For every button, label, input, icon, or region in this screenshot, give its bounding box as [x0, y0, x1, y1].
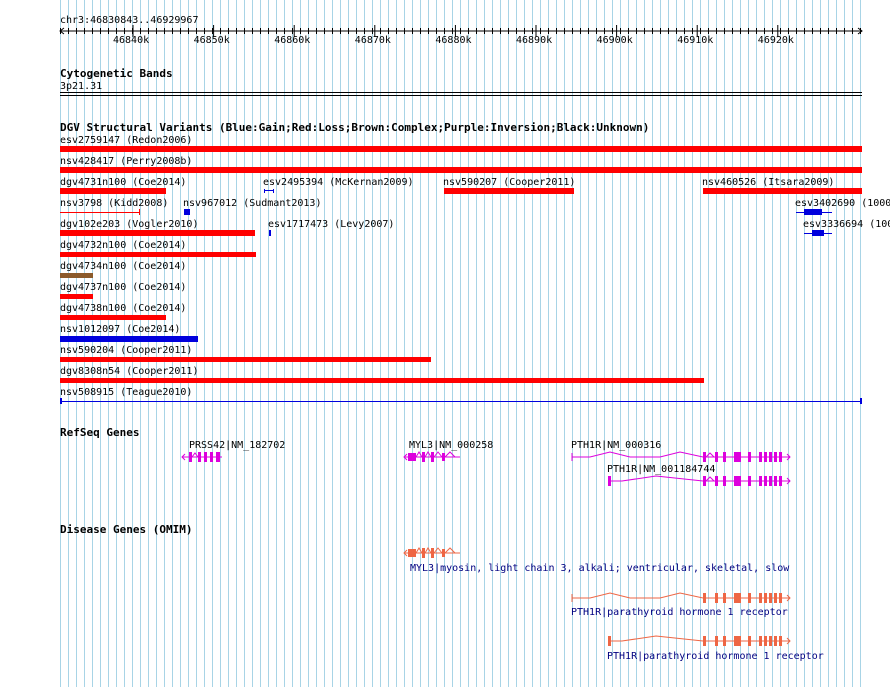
- ruler-tick-label: 46870k: [354, 35, 391, 46]
- variant-label[interactable]: esv3336694 (100: [803, 219, 890, 230]
- refseq-track-title[interactable]: RefSeq Genes: [60, 427, 139, 438]
- ruler-tick-label: 46880k: [435, 35, 472, 46]
- variant-bar[interactable]: [60, 336, 198, 342]
- variant-bar-end: [60, 398, 62, 404]
- variant-label[interactable]: dgv4734n100 (Coe2014): [60, 261, 186, 272]
- variant-label[interactable]: dgv102e203 (Vogler2010): [60, 219, 198, 230]
- omim-gene-model-pth1r-2[interactable]: [606, 634, 796, 648]
- variant-bar-block: [804, 209, 822, 215]
- variant-label[interactable]: nsv508915 (Teague2010): [60, 387, 192, 398]
- variant-label[interactable]: nsv1012097 (Coe2014): [60, 324, 180, 335]
- variant-bar[interactable]: [60, 315, 166, 320]
- omim-track-title[interactable]: Disease Genes (OMIM): [60, 524, 192, 535]
- variant-bar[interactable]: [60, 252, 256, 257]
- variant-label[interactable]: nsv3798 (Kidd2008): [60, 198, 168, 209]
- variant-bar[interactable]: [60, 146, 862, 152]
- variant-label[interactable]: esv2495394 (McKernan2009): [263, 177, 414, 188]
- variant-bar[interactable]: [269, 230, 271, 236]
- ruler-tick-label: 46920k: [757, 35, 794, 46]
- variant-label[interactable]: dgv4738n100 (Coe2014): [60, 303, 186, 314]
- variant-bar[interactable]: [60, 230, 255, 236]
- variant-bar[interactable]: [60, 188, 166, 194]
- omim-gene-model-pth1r-1[interactable]: [570, 591, 795, 605]
- variant-bar-end: [139, 209, 140, 215]
- omim-gene-label[interactable]: PTH1R|parathyroid hormone 1 receptor: [571, 607, 788, 618]
- variant-bar-end: [860, 398, 862, 404]
- variant-label[interactable]: dgv4731n100 (Coe2014): [60, 177, 186, 188]
- cyto-band-label[interactable]: 3p21.31: [60, 81, 102, 92]
- ruler-tick-label: 46850k: [193, 35, 230, 46]
- variant-label[interactable]: esv2759147 (Redon2006): [60, 135, 192, 146]
- variant-label[interactable]: esv1717473 (Levy2007): [268, 219, 394, 230]
- variant-label[interactable]: nsv428417 (Perry2008b): [60, 156, 192, 167]
- ruler-tick-label: 46840k: [113, 35, 150, 46]
- dgv-track-title[interactable]: DGV Structural Variants (Blue:Gain;Red:L…: [60, 122, 649, 133]
- ruler-tick-label: 46900k: [596, 35, 633, 46]
- variant-bar[interactable]: [60, 378, 704, 383]
- variant-bar[interactable]: [60, 357, 431, 362]
- variant-bar[interactable]: [60, 273, 93, 278]
- cyto-track-title[interactable]: Cytogenetic Bands: [60, 68, 173, 79]
- ruler-tick-label: 46890k: [516, 35, 553, 46]
- omim-gene-model-myl3[interactable]: [402, 546, 462, 560]
- variant-bar[interactable]: [60, 212, 140, 213]
- ruler-tick-label: 46910k: [677, 35, 714, 46]
- variant-bar[interactable]: [444, 188, 574, 194]
- variant-label[interactable]: dgv4737n100 (Coe2014): [60, 282, 186, 293]
- variant-bar[interactable]: [60, 167, 862, 173]
- cyto-band-bar[interactable]: [60, 92, 862, 96]
- variant-bar[interactable]: [264, 189, 274, 193]
- grid-lines: [60, 0, 861, 687]
- gene-model-pth1r-2[interactable]: [606, 474, 796, 488]
- variant-bar[interactable]: [703, 188, 862, 194]
- variant-label[interactable]: dgv4732n100 (Coe2014): [60, 240, 186, 251]
- variant-label[interactable]: dgv8308n54 (Cooper2011): [60, 366, 198, 377]
- variant-bar[interactable]: [60, 401, 862, 402]
- variant-label[interactable]: esv3402690 (1000: [795, 198, 890, 209]
- omim-gene-label[interactable]: MYL3|myosin, light chain 3, alkali; vent…: [410, 563, 789, 574]
- gene-model-pth1r-1[interactable]: [570, 450, 795, 464]
- gene-model-myl3[interactable]: [402, 450, 462, 464]
- gene-model-prss42[interactable]: [180, 450, 225, 464]
- variant-label[interactable]: nsv967012 (Sudmant2013): [183, 198, 321, 209]
- variant-label[interactable]: nsv460526 (Itsara2009): [702, 177, 834, 188]
- variant-bar-block: [812, 230, 824, 236]
- ruler-tick-label: 46860k: [274, 35, 311, 46]
- variant-label[interactable]: nsv590204 (Cooper2011): [60, 345, 192, 356]
- variant-label[interactable]: nsv590207 (Cooper2011): [443, 177, 575, 188]
- omim-gene-label[interactable]: PTH1R|parathyroid hormone 1 receptor: [607, 651, 824, 662]
- variant-bar[interactable]: [60, 294, 93, 299]
- variant-bar[interactable]: [184, 209, 190, 215]
